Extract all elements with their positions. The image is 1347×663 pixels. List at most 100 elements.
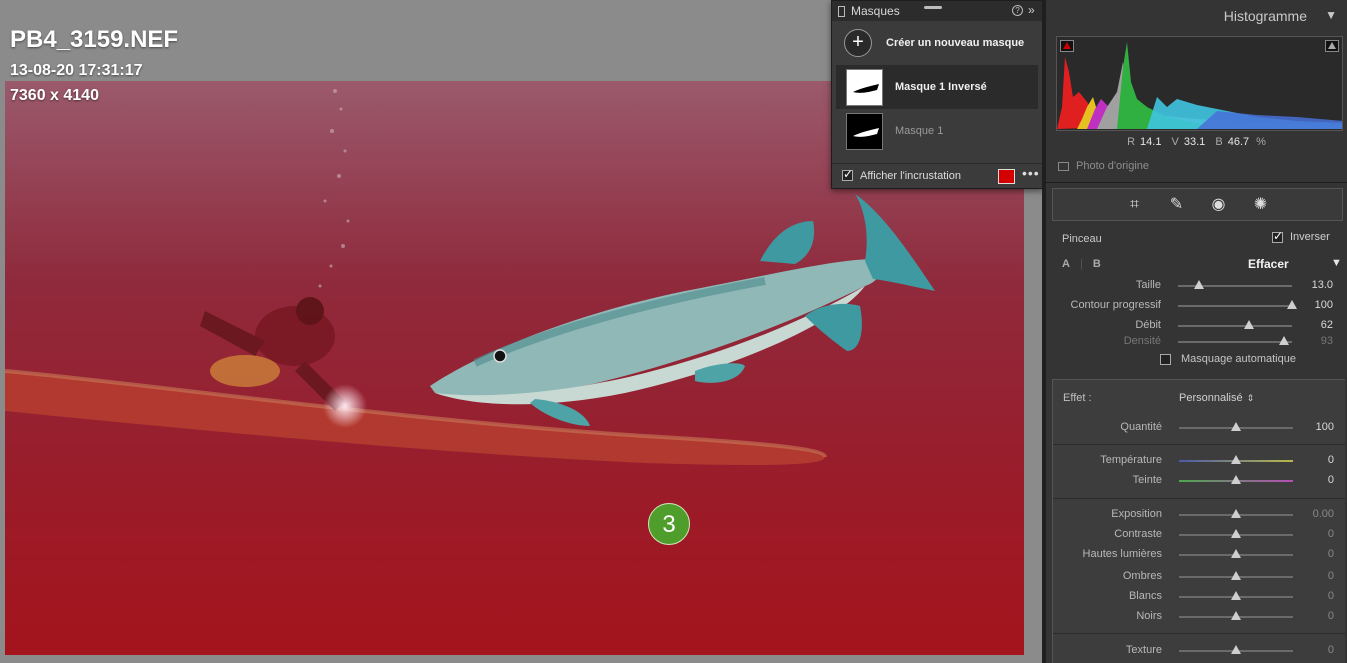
original-photo-toggle[interactable]: Photo d'origine [1058,160,1149,172]
slider-amount[interactable]: Quantité 100 [1047,419,1347,435]
redeye-icon[interactable]: ◉ [1209,195,1229,215]
crop-icon[interactable]: ⌗ [1125,195,1145,215]
mask-item-label: Masque 1 Inversé [895,81,987,93]
collapse-panel-icon[interactable]: » [1028,3,1035,17]
slider-feather[interactable]: Contour progressif 100 [1046,297,1347,313]
auto-mask-checkbox[interactable] [1160,353,1171,365]
updown-icon: ⇕ [1246,393,1255,403]
slider-whites[interactable]: Blancs 0 [1047,588,1347,604]
slider-value[interactable]: 93 [1321,335,1333,347]
invert-checkbox[interactable] [1272,229,1283,243]
slider-value[interactable]: 13.0 [1312,279,1333,291]
slider-track[interactable] [1178,341,1292,343]
drag-handle-icon[interactable] [924,6,942,9]
more-options-icon[interactable]: ••• [1022,165,1040,181]
b-label: B [1215,136,1223,148]
lightroom-window: PB4_3159.NEF 13-08-20 17:31:17 7360 x 41… [0,0,1347,663]
slider-thumb[interactable] [1231,549,1241,558]
slider-thumb[interactable] [1287,300,1297,309]
percent-unit: % [1256,136,1266,148]
slider-label: Exposition [1111,508,1162,520]
auto-mask-toggle[interactable]: Masquage automatique [1160,353,1296,365]
slider-value[interactable]: 0 [1328,644,1334,656]
slider-thumb[interactable] [1193,280,1204,289]
slider-thumb[interactable] [1279,336,1290,345]
divider [1053,444,1345,445]
collapse-arrow-icon[interactable]: ▼ [1325,8,1337,22]
slider-value[interactable]: 0 [1328,570,1334,582]
slider-value[interactable]: 100 [1315,299,1333,311]
effect-section: Effet : Personnalisé ⇕ Quantité 100 Tempé… [1052,379,1345,663]
slider-thumb[interactable] [1231,611,1241,620]
histogram-graph [1057,42,1342,129]
highlight-clipping-toggle[interactable] [1325,40,1339,52]
slider-thumb[interactable] [1231,509,1241,518]
slider-label: Blancs [1128,590,1162,602]
effect-preset-value: Personnalisé [1179,392,1243,404]
brush-b-button[interactable]: B [1093,258,1101,270]
slider-thumb[interactable] [1231,422,1241,431]
mask-thumbnail [846,112,883,150]
mask-item-1[interactable]: Masque 1 [836,109,1038,153]
mask-item-inverted[interactable]: Masque 1 Inversé [836,65,1038,109]
photo-datetime: 13-08-20 17:31:17 [10,62,143,79]
slider-label: Hautes lumières [1082,548,1162,560]
slider-value[interactable]: 0 [1328,610,1334,622]
rgb-readout: R 14.1 V 33.1 B 46.7% [1046,136,1347,148]
slider-track[interactable] [1178,305,1292,307]
slider-thumb[interactable] [1231,475,1241,484]
slider-highlights[interactable]: Hautes lumières 0 [1047,546,1347,562]
slider-value[interactable]: 100 [1316,421,1334,433]
show-overlay-checkbox[interactable] [842,167,853,181]
shadow-clipping-toggle[interactable] [1060,40,1074,52]
slider-texture[interactable]: Texture 0 [1047,642,1347,658]
brush-a-button[interactable]: A [1062,258,1070,270]
slider-value[interactable]: 0.00 [1313,508,1334,520]
slider-flow[interactable]: Débit 62 [1046,317,1347,333]
slider-label: Contour progressif [1070,299,1162,311]
invert-toggle[interactable]: Inverser [1272,229,1330,243]
slider-value[interactable]: 0 [1328,474,1334,486]
histogram-header[interactable]: Histogramme ▼ [1046,0,1347,32]
slider-label: Teinte [1132,474,1162,486]
slider-shadows[interactable]: Ombres 0 [1047,568,1347,584]
slider-thumb[interactable] [1231,571,1241,580]
v-label: V [1171,136,1179,148]
slider-exposure[interactable]: Exposition 0.00 [1047,506,1347,522]
masks-panel: Masques ? » + Créer un nouveau masque Ma… [831,0,1043,189]
slider-size[interactable]: Taille 13.0 [1046,277,1347,293]
divider [1053,633,1345,634]
slider-thumb[interactable] [1231,645,1241,654]
create-mask-button[interactable]: + Créer un nouveau masque [832,21,1042,65]
help-icon[interactable]: ? [1012,5,1023,16]
slider-thumb[interactable] [1231,529,1241,538]
erase-dropdown-icon[interactable]: ▼ [1331,257,1342,269]
slider-track[interactable] [1178,325,1292,327]
mask-thumbnail [846,68,883,106]
mask-icon[interactable]: ✺ [1251,195,1271,215]
slider-value[interactable]: 0 [1328,590,1334,602]
slider-temperature[interactable]: Température 0 [1047,452,1347,468]
slider-contrast[interactable]: Contraste 0 [1047,526,1347,542]
slider-thumb[interactable] [1231,591,1241,600]
tool-strip: ⌗ ✎ ◉ ✺ [1052,188,1343,221]
photo-dimensions: 7360 x 4140 [10,87,99,104]
slider-value[interactable]: 0 [1328,454,1334,466]
slider-blacks[interactable]: Noirs 0 [1047,608,1347,624]
masks-panel-header[interactable]: Masques ? » [832,1,1042,21]
slider-thumb[interactable] [1243,320,1254,329]
slider-value[interactable]: 0 [1328,548,1334,560]
r-value: 14.1 [1140,136,1162,148]
slider-thumb[interactable] [1231,455,1241,464]
show-overlay-label: Afficher l'incrustation [860,169,961,182]
effect-preset-dropdown[interactable]: Personnalisé ⇕ [1179,392,1254,404]
slider-density[interactable]: Densité 93 [1046,333,1347,349]
slider-value[interactable]: 0 [1328,528,1334,540]
overlay-color-swatch[interactable] [998,169,1015,184]
erase-mode-button[interactable]: Effacer [1248,257,1289,271]
heal-icon[interactable]: ✎ [1167,195,1187,215]
slider-tint[interactable]: Teinte 0 [1047,472,1347,488]
original-photo-checkbox[interactable] [1058,161,1069,171]
slider-value[interactable]: 62 [1321,319,1333,331]
brush-section: Pinceau Inverser A|B Effacer ▼ Taille 13… [1046,224,1347,374]
